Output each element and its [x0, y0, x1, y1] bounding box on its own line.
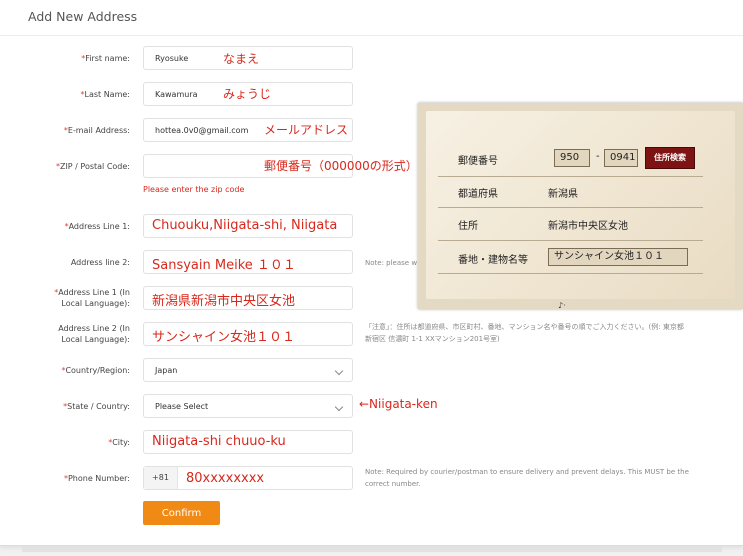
address-line2-value: Sansyain Meike １０１ — [152, 258, 296, 273]
email-label: *E-mail Address: — [63, 126, 130, 135]
address-line2-hint: Note: please w — [365, 259, 418, 267]
country-label: *Country/Region: — [61, 366, 130, 375]
overlay-address-value: 新潟市中央区女池 — [548, 221, 628, 232]
overlay-divider — [438, 273, 703, 274]
phone-country-code: +81 — [144, 467, 178, 489]
chevron-down-icon — [334, 402, 344, 412]
overlay-postal-dash: - — [596, 151, 600, 162]
confirm-button[interactable]: Confirm — [143, 501, 220, 525]
last-name-annotation: みょうじ — [223, 87, 272, 101]
page-title: Add New Address — [28, 9, 138, 24]
city-value: Niigata-shi chuuo-ku — [152, 434, 286, 449]
state-select[interactable]: Please Select — [143, 394, 353, 418]
address-line2-local-value: サンシャイン女池１０１ — [152, 330, 296, 345]
overlay-postal-label: 郵便番号 — [458, 156, 498, 167]
zip-annotation: 郵便番号（000000の形式） — [264, 159, 418, 173]
overlay-cut-text: ♪· — [558, 301, 566, 309]
overlay-building-value: サンシャイン女池１０１ — [548, 248, 688, 266]
phone-label: *Phone Number: — [63, 474, 130, 483]
overlay-paper: 郵便番号 950 - 0941 住所検索 都道府県 新潟県 住所 新潟市中央区女… — [426, 111, 735, 299]
overlay-prefecture-value: 新潟県 — [548, 189, 578, 200]
overlay-divider — [438, 207, 703, 208]
header: Add New Address — [0, 0, 743, 36]
zip-label: *ZIP / Postal Code: — [55, 162, 130, 171]
card-shadow — [22, 546, 722, 552]
overlay-postal-part1: 950 — [554, 149, 590, 167]
address-line1-label: *Address Line 1: — [64, 222, 130, 231]
email-annotation: メールアドレス — [264, 123, 349, 137]
overlay-prefecture-label: 都道府県 — [458, 189, 498, 200]
zip-error-message: Please enter the zip code — [143, 185, 245, 194]
first-name-annotation: なまえ — [223, 52, 260, 66]
city-label: *City: — [108, 438, 130, 447]
phone-hint: Note: Required by courier/postman to ens… — [365, 468, 689, 488]
address-line2-label: Address line 2: — [70, 258, 130, 267]
overlay-divider — [438, 176, 703, 177]
address-line1-local-value: 新潟県新潟市中央区女池 — [152, 294, 296, 309]
address-line1-local-label: *Address Line 1 (In Local Language): — [54, 288, 130, 308]
country-select[interactable]: Japan — [143, 358, 353, 382]
last-name-label: *Last Name: — [80, 90, 130, 99]
address-line2-local-hint: 「注意」：住所は都道府県、市区町村、番地、マンション名や番号の順でご入力ください… — [365, 323, 684, 343]
first-name-label: *First name: — [81, 54, 130, 63]
address-line2-local-label: Address Line 2 (In Local Language): — [58, 324, 130, 344]
address-line1-value: Chuouku,Niigata-shi, Niigata — [152, 218, 338, 233]
chevron-down-icon — [334, 366, 344, 376]
overlay-address-search-button: 住所検索 — [645, 147, 695, 169]
overlay-building-label: 番地・建物名等 — [458, 255, 528, 266]
phone-value: 80xxxxxxxx — [186, 471, 265, 486]
state-label: *State / Country: — [63, 402, 130, 411]
overlay-address-label: 住所 — [458, 221, 478, 232]
state-annotation: ←Niigata-ken — [359, 397, 438, 411]
overlay-divider — [438, 240, 703, 241]
japanese-address-form-overlay: 郵便番号 950 - 0941 住所検索 都道府県 新潟県 住所 新潟市中央区女… — [418, 103, 743, 309]
overlay-postal-part2: 0941 — [604, 149, 638, 167]
